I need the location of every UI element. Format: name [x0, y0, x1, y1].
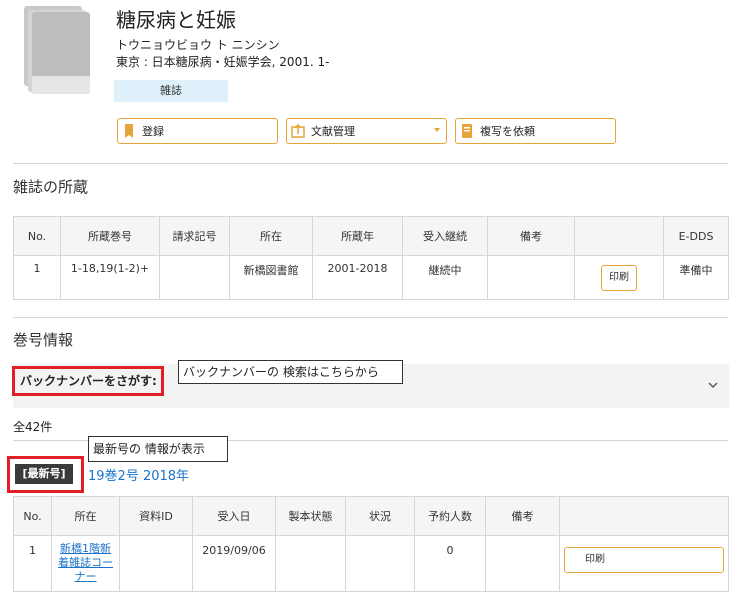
column-header — [559, 496, 729, 536]
latest-issue-link[interactable]: 19巻2号 2018年 — [88, 465, 189, 484]
column-header: No. — [13, 496, 52, 536]
record-kana: トウニョウビョウ ト ニンシン — [116, 38, 280, 52]
backnumber-callout: バックナンバーの 検索はこちらから — [178, 360, 403, 384]
document-management-dropdown[interactable]: 文献管理 — [286, 118, 447, 144]
total-count: 全42件 — [13, 420, 53, 434]
column-header: E-DDS — [663, 216, 729, 256]
latest-issue-badge: [最新号] — [15, 464, 73, 484]
column-header: 備考 — [485, 496, 560, 536]
document-management-label: 文献管理 — [311, 125, 355, 138]
cell-no: 1 — [13, 255, 61, 300]
issues-section-title: 巻号情報 — [13, 331, 74, 349]
column-header: 所在 — [229, 216, 313, 256]
column-header: 製本状態 — [275, 496, 346, 536]
cell-edds: 準備中 — [663, 255, 729, 300]
holdings-table: No. 所蔵巻号 請求記号 所在 所蔵年 受入継続 備考 E-DDS 1 1-1… — [13, 216, 729, 300]
holdings-section-title: 雑誌の所蔵 — [13, 178, 89, 196]
cell-status — [345, 535, 415, 592]
cell-received-date: 2019/09/06 — [192, 535, 276, 592]
cell-location: 新橋図書館 — [229, 255, 313, 300]
table-header-row: No. 所蔵巻号 請求記号 所在 所蔵年 受入継続 備考 E-DDS — [13, 216, 729, 256]
cell-material-id — [119, 535, 193, 592]
table-header-row: No. 所在 資料ID 受入日 製本状態 状況 予約人数 備考 — [13, 496, 729, 536]
table-row: 1 1-18,19(1-2)+ 新橋図書館 2001-2018 継続中 印刷 準… — [13, 255, 729, 300]
cell-note — [487, 255, 575, 300]
column-header: 予約人数 — [414, 496, 486, 536]
column-header: 受入日 — [192, 496, 276, 536]
print-button[interactable]: 印刷 — [601, 264, 637, 291]
location-link[interactable]: 新橋1階新着雑誌コーナー — [52, 542, 119, 584]
column-header: No. — [13, 216, 61, 256]
column-header: 所蔵巻号 — [60, 216, 160, 256]
cell-years: 2001-2018 — [312, 255, 403, 300]
cell-no: 1 — [13, 535, 52, 592]
cell-call-number — [159, 255, 230, 300]
cell-volumes: 1-18,19(1-2)+ — [60, 255, 160, 300]
record-title: 糖尿病と妊娠 — [116, 8, 236, 32]
backnumber-label[interactable]: バックナンバーをさがす: — [20, 372, 157, 389]
column-header: 受入継続 — [402, 216, 488, 256]
export-icon — [291, 123, 305, 138]
print-button[interactable]: 印刷 — [564, 547, 724, 573]
cell-binding — [275, 535, 346, 592]
register-button[interactable]: 登録 — [117, 118, 278, 144]
copy-request-label: 複写を依頼 — [480, 125, 535, 138]
column-header: 備考 — [487, 216, 575, 256]
cell-note — [485, 535, 560, 592]
column-header: 所在 — [51, 496, 120, 536]
record-publisher: 東京 : 日本糖尿病・妊娠学会, 2001. 1- — [116, 55, 330, 69]
book-icon — [24, 6, 90, 94]
chevron-down-icon — [434, 128, 440, 132]
copy-document-icon — [462, 124, 472, 138]
issues-table: No. 所在 資料ID 受入日 製本状態 状況 予約人数 備考 1 新橋1階新着… — [13, 496, 729, 592]
column-header: 所蔵年 — [312, 216, 403, 256]
cell-print: 印刷 — [574, 255, 664, 300]
cell-continuation: 継続中 — [402, 255, 488, 300]
column-header: 資料ID — [119, 496, 193, 536]
copy-request-button[interactable]: 複写を依頼 — [455, 118, 616, 144]
material-type-badge: 雑誌 — [114, 80, 228, 102]
table-row: 1 新橋1階新着雑誌コーナー 2019/09/06 0 印刷 — [13, 535, 729, 592]
register-label: 登録 — [142, 125, 164, 138]
divider — [13, 317, 728, 318]
column-header: 請求記号 — [159, 216, 230, 256]
cell-location: 新橋1階新着雑誌コーナー — [51, 535, 120, 592]
bookmark-icon — [125, 124, 133, 138]
column-header: 状況 — [345, 496, 415, 536]
column-header — [574, 216, 664, 256]
chevron-down-icon[interactable] — [707, 379, 719, 391]
cell-reservations: 0 — [414, 535, 486, 592]
cell-print: 印刷 — [559, 535, 729, 592]
divider — [13, 163, 728, 164]
latest-callout: 最新号の 情報が表示 — [88, 436, 228, 462]
